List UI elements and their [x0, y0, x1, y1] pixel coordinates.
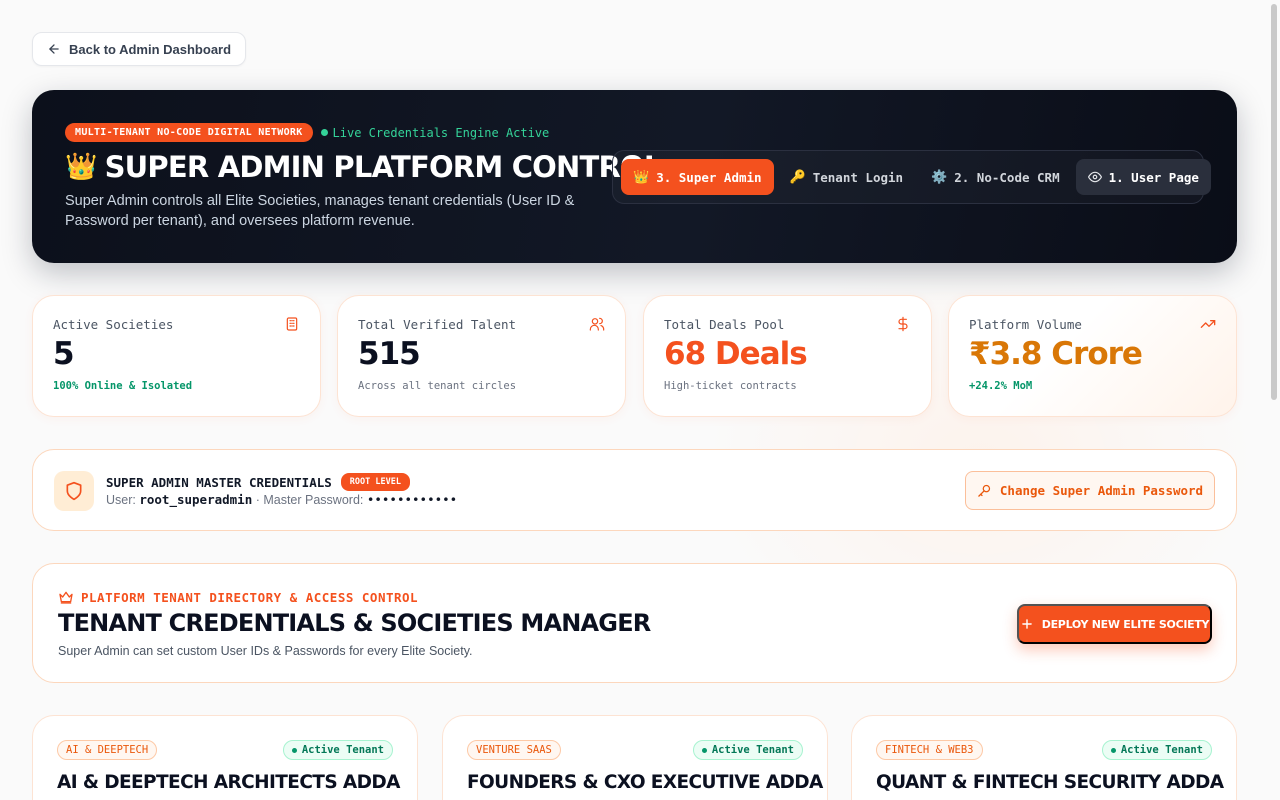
- user-id: root_superadmin: [139, 492, 253, 507]
- trending-up-icon: [1200, 320, 1216, 328]
- stat-card-active-societies: Active Societies 5 100% Online & Isolate…: [32, 295, 321, 417]
- status-dot-icon: [1110, 747, 1116, 753]
- stat-value: 5: [53, 336, 75, 372]
- tenant-directory-panel: PLATFORM TENANT DIRECTORY & ACCESS CONTR…: [32, 563, 1237, 683]
- tab-label: 3. Super Admin: [656, 169, 762, 185]
- stat-sub: 100% Online & Isolated: [53, 380, 193, 392]
- live-status: Live Credentials Engine Active: [320, 125, 550, 140]
- tab-user-page[interactable]: 1. User Page: [1075, 159, 1211, 195]
- stat-label: Total Deals Pool: [664, 317, 785, 332]
- dollar-icon: [898, 316, 908, 332]
- status-badge: Active Tenant: [1101, 740, 1212, 760]
- crown-icon: 👑: [65, 152, 97, 182]
- gear-icon: ⚙️: [931, 169, 948, 185]
- directory-description: Super Admin can set custom User IDs & Pa…: [58, 644, 473, 658]
- network-badge: MULTI-TENANT NO-CODE DIGITAL NETWORK: [65, 123, 313, 142]
- deploy-society-button[interactable]: DEPLOY NEW ELITE SOCIETY: [1017, 604, 1212, 644]
- stat-sub: +24.2% MoM: [969, 380, 1033, 392]
- hero-banner: MULTI-TENANT NO-CODE DIGITAL NETWORK Liv…: [32, 90, 1237, 263]
- plus-icon: [1021, 619, 1032, 629]
- status-dot-icon: [291, 747, 297, 753]
- society-name: FOUNDERS & CXO EXECUTIVE ADDA: [467, 772, 823, 793]
- shield-badge: [54, 471, 94, 511]
- back-button-label: Back to Admin Dashboard: [69, 41, 232, 57]
- directory-title: TENANT CREDENTIALS & SOCIETIES MANAGER: [58, 609, 651, 637]
- key-icon: 🔑: [789, 169, 806, 185]
- stat-card-deals-pool: Total Deals Pool 68 Deals High-ticket co…: [643, 295, 932, 417]
- tab-no-code-crm[interactable]: ⚙️ 2. No-Code CRM: [919, 159, 1072, 195]
- scrollbar-thumb[interactable]: [1271, 4, 1277, 400]
- status-dot-icon: [701, 747, 707, 753]
- eye-icon: [1087, 171, 1102, 183]
- key-icon: [978, 484, 991, 497]
- tab-label: 2. No-Code CRM: [954, 169, 1060, 185]
- credentials-title: SUPER ADMIN MASTER CREDENTIALS ROOT LEVE…: [106, 473, 410, 491]
- society-card[interactable]: VENTURE SAAS Active Tenant FOUNDERS & CX…: [442, 715, 828, 800]
- scrollbar[interactable]: [1268, 0, 1280, 800]
- password-prefix: · Master Password:: [252, 493, 367, 507]
- stat-sub: Across all tenant circles: [358, 380, 517, 392]
- society-card[interactable]: FINTECH & WEB3 Active Tenant QUANT & FIN…: [851, 715, 1237, 800]
- tab-super-admin[interactable]: 👑 3. Super Admin: [621, 159, 774, 195]
- stat-sub: High-ticket contracts: [664, 380, 797, 392]
- category-tag: FINTECH & WEB3: [876, 740, 983, 760]
- users-icon: [589, 317, 605, 331]
- credentials-details: User: root_superadmin · Master Password:…: [106, 492, 457, 507]
- crown-icon: 👑: [633, 169, 650, 185]
- tab-tenant-login[interactable]: 🔑 Tenant Login: [778, 159, 916, 195]
- society-name: QUANT & FINTECH SECURITY ADDA: [876, 772, 1224, 793]
- back-to-dashboard-button[interactable]: Back to Admin Dashboard: [32, 32, 247, 66]
- stat-card-verified-talent: Total Verified Talent 515 Across all ten…: [337, 295, 626, 417]
- credentials-title-text: SUPER ADMIN MASTER CREDENTIALS: [106, 474, 332, 490]
- society-card[interactable]: AI & DEEPTECH Active Tenant AI & DEEPTEC…: [32, 715, 418, 800]
- stat-value: 68 Deals: [664, 336, 808, 372]
- stat-label: Total Verified Talent: [358, 317, 517, 332]
- status-badge: Active Tenant: [282, 740, 393, 760]
- page-title: 👑 SUPER ADMIN PLATFORM CONTROL: [65, 150, 662, 184]
- stat-value: ₹3.8 Crore: [969, 336, 1143, 372]
- status-label: Active Tenant: [711, 744, 794, 756]
- tab-label: Tenant Login: [812, 169, 904, 185]
- live-dot-icon: [320, 129, 328, 136]
- deploy-button-label: DEPLOY NEW ELITE SOCIETY: [1041, 617, 1210, 631]
- user-prefix: User:: [106, 493, 140, 507]
- status-label: Active Tenant: [1120, 744, 1203, 756]
- status-label: Active Tenant: [301, 744, 384, 756]
- stat-label: Platform Volume: [969, 317, 1082, 332]
- tab-label: 1. User Page: [1108, 169, 1199, 185]
- society-name: AI & DEEPTECH ARCHITECTS ADDA: [57, 772, 400, 793]
- stat-label: Active Societies: [53, 317, 174, 332]
- hero-description: Super Admin controls all Elite Societies…: [65, 193, 575, 229]
- stat-card-platform-volume: Platform Volume ₹3.8 Crore +24.2% MoM: [948, 295, 1237, 417]
- directory-eyebrow-text: PLATFORM TENANT DIRECTORY & ACCESS CONTR…: [81, 589, 419, 605]
- role-tabs: 👑 3. Super Admin 🔑 Tenant Login ⚙️ 2. No…: [612, 150, 1211, 204]
- hero-badges: MULTI-TENANT NO-CODE DIGITAL NETWORK Liv…: [65, 123, 549, 142]
- category-tag: VENTURE SAAS: [467, 740, 561, 760]
- root-level-badge: ROOT LEVEL: [340, 473, 410, 491]
- building-icon: [286, 317, 298, 331]
- status-badge: Active Tenant: [692, 740, 803, 760]
- directory-eyebrow: PLATFORM TENANT DIRECTORY & ACCESS CONTR…: [58, 589, 418, 605]
- stat-value: 515: [358, 336, 421, 372]
- category-tag: AI & DEEPTECH: [57, 740, 158, 760]
- arrow-left-icon: [49, 44, 59, 54]
- change-password-label: Change Super Admin Password: [999, 483, 1204, 498]
- crown-icon: [59, 591, 73, 604]
- change-password-button[interactable]: Change Super Admin Password: [965, 471, 1215, 510]
- password-mask: ••••••••••••: [366, 492, 458, 507]
- live-status-label: Live Credentials Engine Active: [332, 125, 550, 140]
- page-title-text: SUPER ADMIN PLATFORM CONTROL: [104, 150, 663, 184]
- master-credentials-panel: SUPER ADMIN MASTER CREDENTIALS ROOT LEVE…: [32, 449, 1237, 531]
- shield-icon: [66, 481, 82, 501]
